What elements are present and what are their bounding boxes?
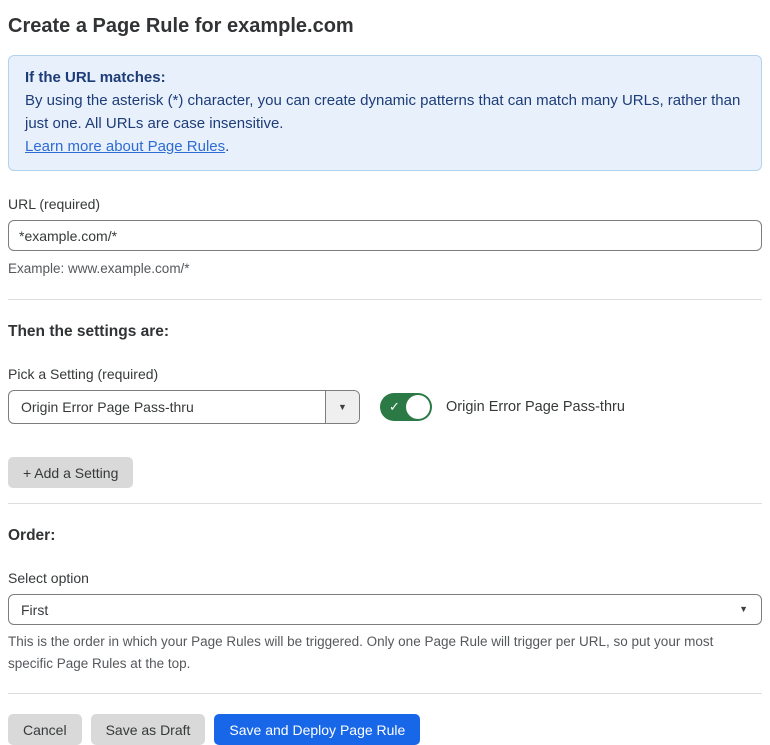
order-select[interactable]: First ▼ xyxy=(8,594,762,625)
settings-section-heading: Then the settings are: xyxy=(8,323,170,340)
url-input[interactable] xyxy=(8,220,762,251)
add-setting-button[interactable]: + Add a Setting xyxy=(8,457,134,488)
caret-down-icon: ▼ xyxy=(739,604,748,614)
create-page-rule-panel: Create a Page Rule for example.com If th… xyxy=(0,0,770,745)
url-match-info-box: If the URL matches: By using the asteris… xyxy=(8,55,762,171)
pick-setting-label: Pick a Setting (required) xyxy=(8,366,159,382)
caret-down-icon: ▼ xyxy=(338,401,347,412)
order-section-heading: Order: xyxy=(8,527,56,544)
save-draft-button[interactable]: Save as Draft xyxy=(90,714,206,745)
page-title: Create a Page Rule for example.com xyxy=(8,15,354,37)
info-box-heading: If the URL matches: xyxy=(25,69,166,86)
info-box-link-line: Learn more about Page Rules. xyxy=(25,135,745,158)
setting-row: Origin Error Page Pass-thru ▼ ✓ Origin E… xyxy=(8,390,762,424)
learn-more-link[interactable]: Learn more about Page Rules xyxy=(25,138,225,155)
check-icon: ✓ xyxy=(389,399,400,414)
save-deploy-button[interactable]: Save and Deploy Page Rule xyxy=(214,714,421,745)
info-box-body: By using the asterisk (*) character, you… xyxy=(25,92,741,132)
setting-dropdown-arrow-button[interactable]: ▼ xyxy=(325,391,359,423)
order-select-label: Select option xyxy=(8,570,89,586)
divider xyxy=(8,693,762,694)
link-period: . xyxy=(225,138,230,155)
order-select-value: First xyxy=(21,601,49,618)
setting-dropdown: Origin Error Page Pass-thru ▼ xyxy=(8,390,360,424)
cancel-button[interactable]: Cancel xyxy=(8,714,82,745)
setting-dropdown-value[interactable]: Origin Error Page Pass-thru xyxy=(9,391,325,423)
setting-toggle[interactable]: ✓ xyxy=(380,393,432,421)
url-field-label: URL (required) xyxy=(8,196,101,212)
setting-toggle-label: Origin Error Page Pass-thru xyxy=(446,399,625,415)
order-helper-text: This is the order in which your Page Rul… xyxy=(8,634,714,671)
toggle-knob xyxy=(406,395,430,419)
divider xyxy=(8,299,762,300)
divider xyxy=(8,503,762,504)
url-example-helper: Example: www.example.com/* xyxy=(8,261,190,276)
footer-actions: Cancel Save as Draft Save and Deploy Pag… xyxy=(8,714,762,745)
